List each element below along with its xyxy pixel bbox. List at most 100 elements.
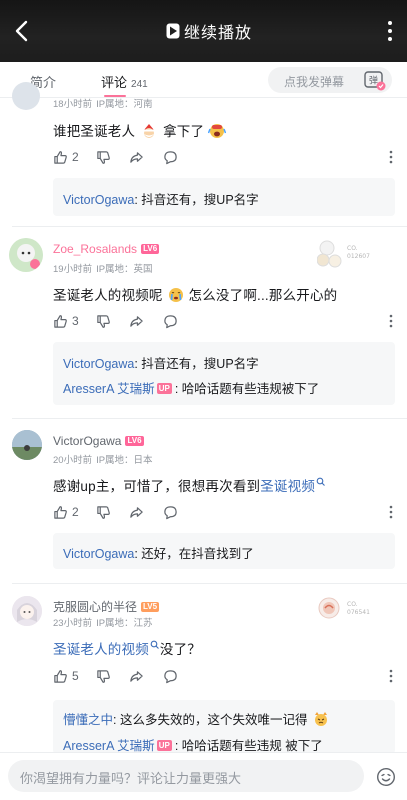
dislike-button[interactable] [96, 149, 111, 165]
avatar-image [12, 430, 42, 460]
level-badge: LV5 [141, 601, 160, 612]
level-badge: LV6 [125, 435, 144, 446]
reply-preview-box[interactable]: VictorOgawa: 还好，在抖音找到了 [53, 533, 395, 569]
reply-username[interactable]: AresserA 艾瑞斯 [63, 739, 155, 753]
comment-text-tail: 怎么没了啊...那么开心的 [188, 288, 338, 303]
comment-text: 圣诞老人的视频呢 [53, 288, 163, 303]
share-button[interactable] [129, 149, 144, 165]
reply-button[interactable] [163, 149, 178, 165]
like-count: 5 [72, 669, 79, 683]
reply-item: VictorOgawa: 抖音还有，搜UP名字 [63, 353, 259, 372]
reply-text: : 抖音还有，搜UP名字 [134, 357, 259, 371]
reply-preview-box[interactable]: 懵懂之中: 这么多失效的，这个失效唯一记得 AresserA 艾瑞斯 UP: 哈哈… [53, 700, 395, 754]
share-button[interactable] [129, 504, 144, 520]
reply-text: : 哈哈话题有些违规被下了 [174, 382, 320, 396]
comment-username[interactable]: Zoe_Rosalands LV6 [53, 242, 160, 256]
comment-input-placeholder: 你渴望拥有力量吗？评论让力量更强大 [20, 771, 242, 786]
share-icon [130, 315, 143, 327]
dislike-button[interactable] [96, 668, 111, 684]
username-text: 克服圆心的半径 [53, 600, 138, 614]
up-badge: UP [156, 740, 172, 752]
danmaku-toggle-label: 弹 [369, 75, 378, 87]
comment-more-icon[interactable] [389, 668, 393, 684]
avatar[interactable] [12, 430, 42, 460]
like-button[interactable]: 2 [53, 504, 79, 520]
reply-username[interactable]: VictorOgawa [63, 357, 134, 371]
comment-input[interactable]: 你渴望拥有力量吗？评论让力量更强大 [8, 760, 364, 792]
comment-content: 圣诞老人的视频呢 怎么没了啊...那么开心的 [53, 284, 337, 304]
search-icon [316, 477, 325, 486]
danmaku-placeholder: 点我发弹幕 [284, 75, 345, 89]
reply-item: VictorOgawa: 抖音还有，搜UP名字 [63, 189, 259, 208]
more-options-icon[interactable] [387, 20, 393, 42]
fan-badge-line2: 076541 [347, 609, 370, 616]
reply-username[interactable]: VictorOgawa [63, 547, 134, 561]
comment-text: 感谢up主，可惜了，很想再次看到 [53, 479, 261, 494]
reply-preview-box[interactable]: VictorOgawa: 抖音还有，搜UP名字 AresserA 艾瑞斯 UP: … [53, 342, 395, 405]
resume-play-button[interactable]: 继续播放 [166, 18, 252, 44]
search-icon [150, 640, 159, 649]
dislike-button[interactable] [96, 504, 111, 520]
divider [12, 583, 407, 584]
like-button[interactable]: 3 [53, 313, 79, 329]
fan-badge-line1: CO. [347, 245, 358, 252]
reply-item: AresserA 艾瑞斯 UP: 哈哈话题有些违规被下了 [63, 378, 319, 397]
comment-username[interactable]: 克服圆心的半径 LV5 [53, 598, 160, 615]
reply-button[interactable] [163, 668, 178, 684]
avatar[interactable] [12, 82, 40, 110]
comment-text-tail: 拿下了 [163, 124, 205, 139]
comment-more-icon[interactable] [389, 149, 393, 165]
comment-time: 18小时前 [53, 99, 93, 110]
divider [12, 226, 407, 227]
comment-bubble-icon [164, 314, 177, 328]
resume-play-label: 继续播放 [184, 25, 253, 42]
share-icon [130, 670, 143, 682]
reply-text: : 抖音还有，搜UP名字 [134, 193, 259, 207]
tab-comments[interactable]: 评论 241 [101, 72, 148, 91]
comment-content: 谁把圣诞老人 拿下了 [53, 120, 227, 140]
thumbs-up-icon [54, 669, 67, 683]
comment-time: 20小时前 [53, 455, 93, 466]
fan-badge-icon: CO. 076541 [318, 597, 370, 619]
reply-button[interactable] [163, 504, 178, 520]
share-button[interactable] [129, 313, 144, 329]
reply-button[interactable] [163, 313, 178, 329]
up-badge: UP [156, 383, 172, 395]
comment-username[interactable]: VictorOgawa LV6 [53, 434, 144, 448]
play-icon [166, 23, 180, 39]
comment-content: 感谢up主，可惜了，很想再次看到圣诞视频 [53, 475, 326, 495]
danmaku-toggle-icon[interactable]: 弹 [364, 71, 386, 91]
like-button[interactable]: 5 [53, 668, 79, 684]
video-player-bar: 继续播放 [0, 0, 407, 62]
reply-username[interactable]: VictorOgawa [63, 193, 134, 207]
reply-text: : 这么多失效的，这个失效唯一记得 [113, 713, 308, 727]
avatar[interactable] [12, 596, 42, 626]
thumbs-down-icon [97, 150, 110, 164]
comment-more-icon[interactable] [389, 504, 393, 520]
dislike-button[interactable] [96, 313, 111, 329]
thumbs-down-icon [97, 314, 110, 328]
reply-item: VictorOgawa: 还好，在抖音找到了 [63, 543, 254, 562]
comment-meta: 19小时前 IP属地：英国 [53, 261, 153, 275]
comment-ip: IP属地：日本 [96, 455, 153, 466]
comment-ip: IP属地：江苏 [96, 618, 153, 629]
reply-preview-box[interactable]: VictorOgawa: 抖音还有，搜UP名字 [53, 178, 395, 216]
like-count: 3 [72, 314, 79, 328]
search-link[interactable]: 圣诞视频 [260, 479, 315, 494]
comment-more-icon[interactable] [389, 313, 393, 329]
comment-actions: 5 [53, 668, 393, 684]
thumbs-up-icon [54, 505, 67, 519]
comment-actions: 2 [53, 149, 393, 165]
back-arrow-icon[interactable] [12, 18, 32, 44]
comment-text: 谁把圣诞老人 [53, 124, 136, 139]
reply-username[interactable]: AresserA 艾瑞斯 [63, 382, 155, 396]
reply-username[interactable]: 懵懂之中 [63, 713, 113, 727]
comment-count: 241 [131, 79, 148, 90]
emoji-icon[interactable] [376, 767, 396, 787]
search-link[interactable]: 圣诞老人的视频 [53, 642, 149, 657]
comment-content: 圣诞老人的视频 没了？ [53, 638, 201, 658]
avatar-image [12, 596, 42, 626]
avatar[interactable] [9, 238, 43, 272]
share-button[interactable] [129, 668, 144, 684]
like-button[interactable]: 2 [53, 149, 79, 165]
